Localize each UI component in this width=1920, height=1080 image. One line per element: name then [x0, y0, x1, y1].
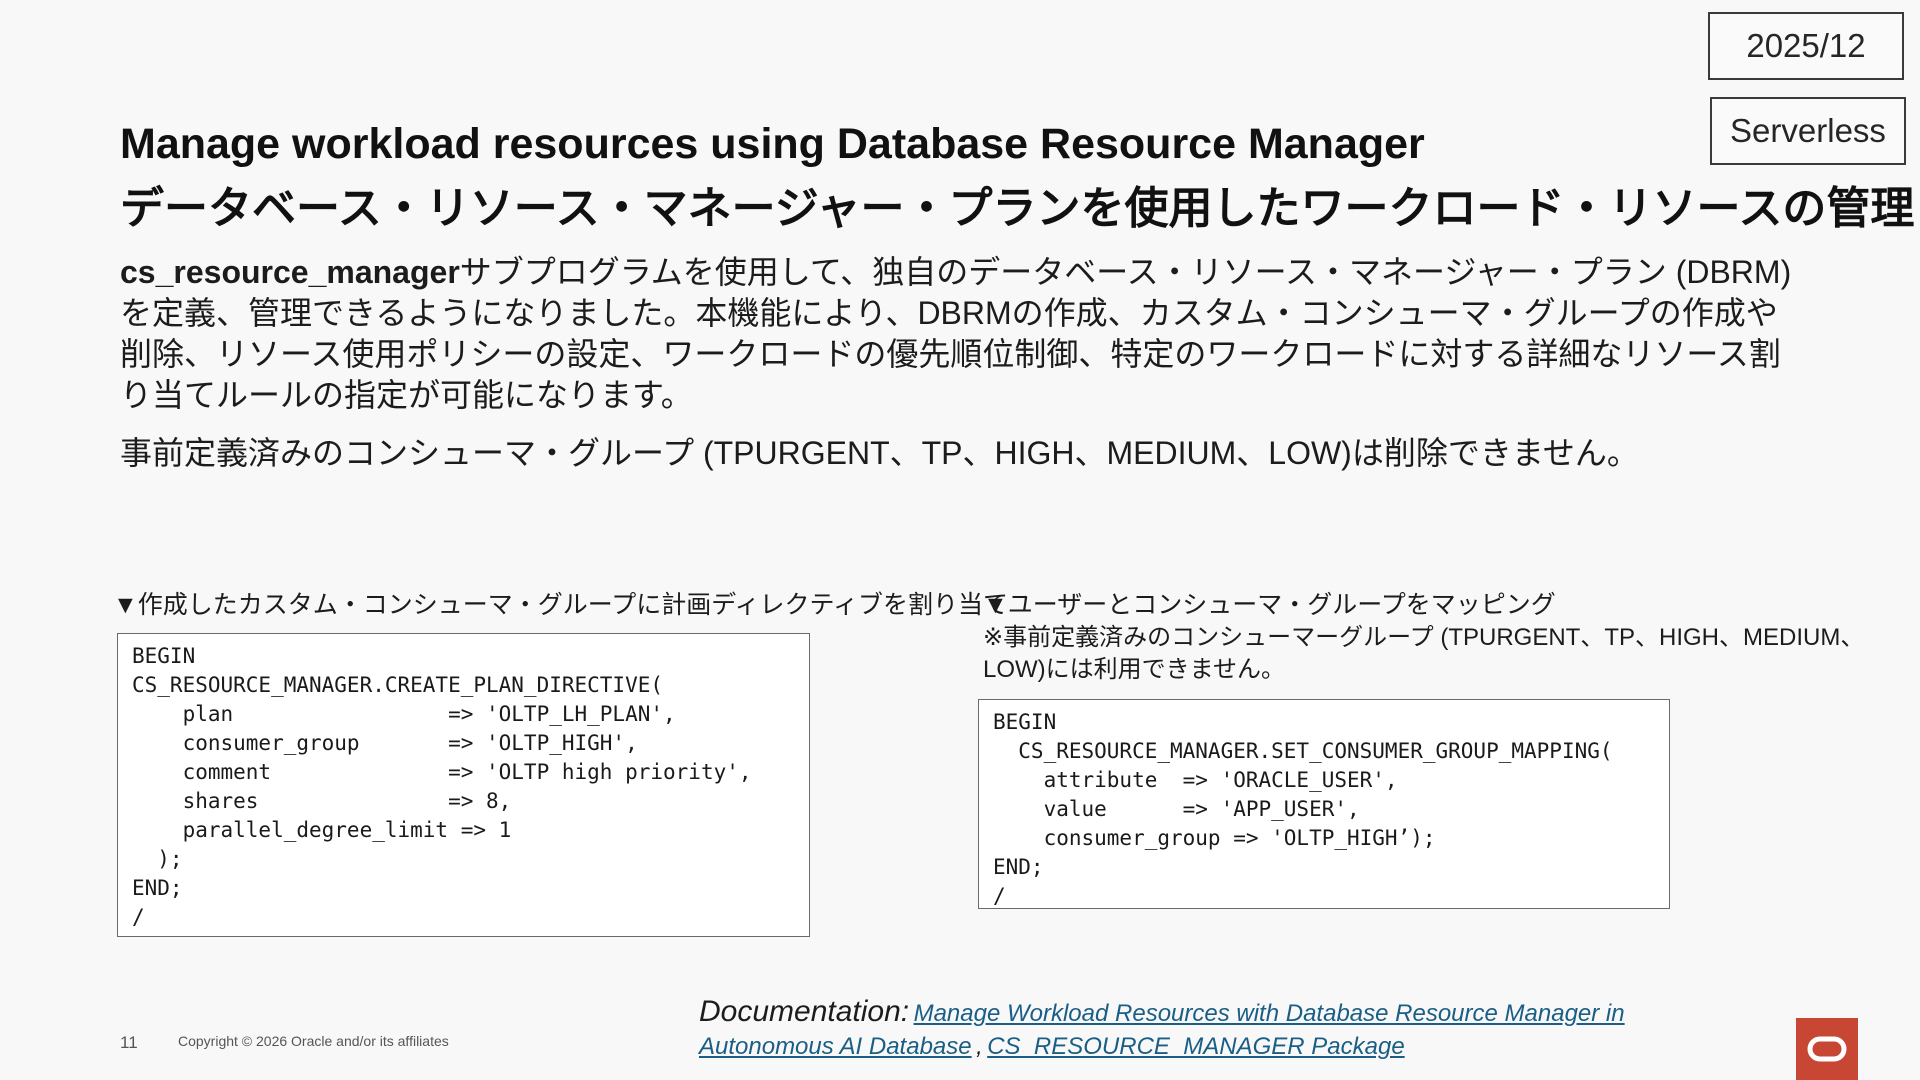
code-line: CS_RESOURCE_MANAGER.CREATE_PLAN_DIRECTIV…	[132, 673, 664, 697]
code-line: attribute => 'ORACLE_USER',	[993, 768, 1398, 792]
oracle-ring-icon	[1807, 1036, 1847, 1062]
code-line: BEGIN	[993, 710, 1057, 734]
link-separator: ,	[976, 1033, 983, 1060]
package-doc-link[interactable]: CS_RESOURCE_MANAGER Package	[987, 1033, 1404, 1060]
code-line: BEGIN	[132, 644, 196, 668]
title-japanese: データベース・リソース・マネージャー・プランを使用したワークロード・リソースの管…	[120, 184, 1915, 233]
page-number: 11	[120, 1033, 138, 1052]
code-line: shares => 8,	[132, 789, 512, 813]
code-line: consumer_group => 'OLTP_HIGH',	[132, 731, 638, 755]
description-paragraph: cs_resource_managerサブプログラムを使用して、独自のデータベー…	[120, 252, 1800, 416]
code-line: END;	[993, 855, 1044, 879]
code-line: CS_RESOURCE_MANAGER.SET_CONSUMER_GROUP_M…	[993, 739, 1613, 763]
package-name: cs_resource_manager	[120, 254, 460, 290]
date-badge: 2025/12	[1708, 12, 1904, 80]
deployment-type-badge: Serverless	[1710, 97, 1906, 165]
workload-resources-doc-link[interactable]: Manage Workload Resources with Database …	[914, 1000, 1625, 1027]
code-line: );	[132, 847, 183, 871]
plan-directive-heading: ▼作成したカスタム・コンシューマ・グループに計画ディレクティブを割り当て	[113, 591, 1008, 619]
code-line: parallel_degree_limit => 1	[132, 818, 512, 842]
group-mapping-heading: ▼ユーザーとコンシューマ・グループをマッピング	[983, 591, 1556, 619]
documentation-label: Documentation:	[699, 995, 910, 1028]
code-line: value => 'APP_USER',	[993, 797, 1360, 821]
code-line: /	[993, 884, 1006, 908]
mapping-restriction-note: ※事前定義済みのコンシューマーグループ (TPURGENT、TP、HIGH、ME…	[983, 624, 1865, 683]
oracle-logo	[1796, 1018, 1858, 1080]
predefined-groups-note: 事前定義済みのコンシューマ・グループ (TPURGENT、TP、HIGH、MED…	[120, 435, 1639, 471]
code-line: comment => 'OLTP high priority',	[132, 760, 752, 784]
code-line: plan => 'OLTP_LH_PLAN',	[132, 702, 676, 726]
code-line: END;	[132, 876, 183, 900]
group-mapping-code-block: BEGIN CS_RESOURCE_MANAGER.SET_CONSUMER_G…	[978, 699, 1670, 909]
documentation-line-2: Autonomous AI Database , CS_RESOURCE_MAN…	[699, 1033, 1405, 1061]
title-english: Manage workload resources using Database…	[120, 120, 1425, 168]
workload-resources-doc-link-continued[interactable]: Autonomous AI Database	[699, 1033, 972, 1060]
documentation-line: Documentation: Manage Workload Resources…	[699, 995, 1625, 1029]
code-line: /	[132, 905, 145, 929]
code-line: consumer_group => 'OLTP_HIGH’);	[993, 826, 1436, 850]
copyright-notice: Copyright © 2026 Oracle and/or its affil…	[178, 1033, 449, 1049]
plan-directive-code-block: BEGIN CS_RESOURCE_MANAGER.CREATE_PLAN_DIR…	[117, 633, 810, 937]
